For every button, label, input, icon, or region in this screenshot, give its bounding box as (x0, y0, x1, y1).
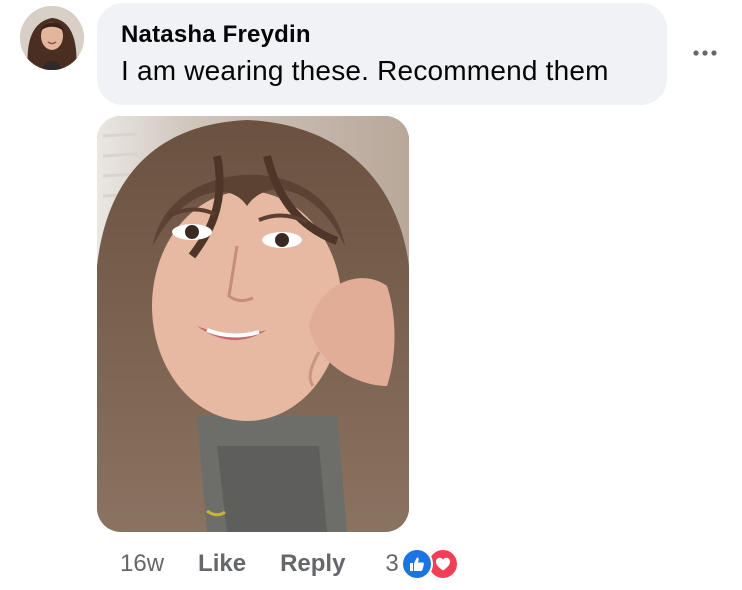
reaction-count: 3 (385, 550, 399, 577)
more-options-button[interactable] (685, 38, 725, 68)
comment-actions: 16w Like Reply 3 (120, 548, 459, 580)
comment-bubble: Natasha Freydin I am wearing these. Reco… (97, 3, 667, 105)
selfie-image (97, 116, 409, 532)
comment-timestamp[interactable]: 16w (120, 550, 164, 578)
reaction-summary[interactable]: 3 (385, 548, 459, 580)
thumbs-up-icon (400, 548, 433, 580)
avatar-image (20, 6, 84, 70)
comment-photo[interactable] (97, 116, 409, 532)
comment-text: I am wearing these. Recommend them (121, 55, 609, 86)
like-button[interactable]: Like (198, 550, 246, 578)
reply-button[interactable]: Reply (280, 550, 345, 578)
comment-author[interactable]: Natasha Freydin (121, 20, 667, 50)
comment: Natasha Freydin I am wearing these. Reco… (0, 0, 742, 590)
more-horizontal-icon (693, 50, 717, 56)
avatar[interactable] (20, 6, 84, 70)
